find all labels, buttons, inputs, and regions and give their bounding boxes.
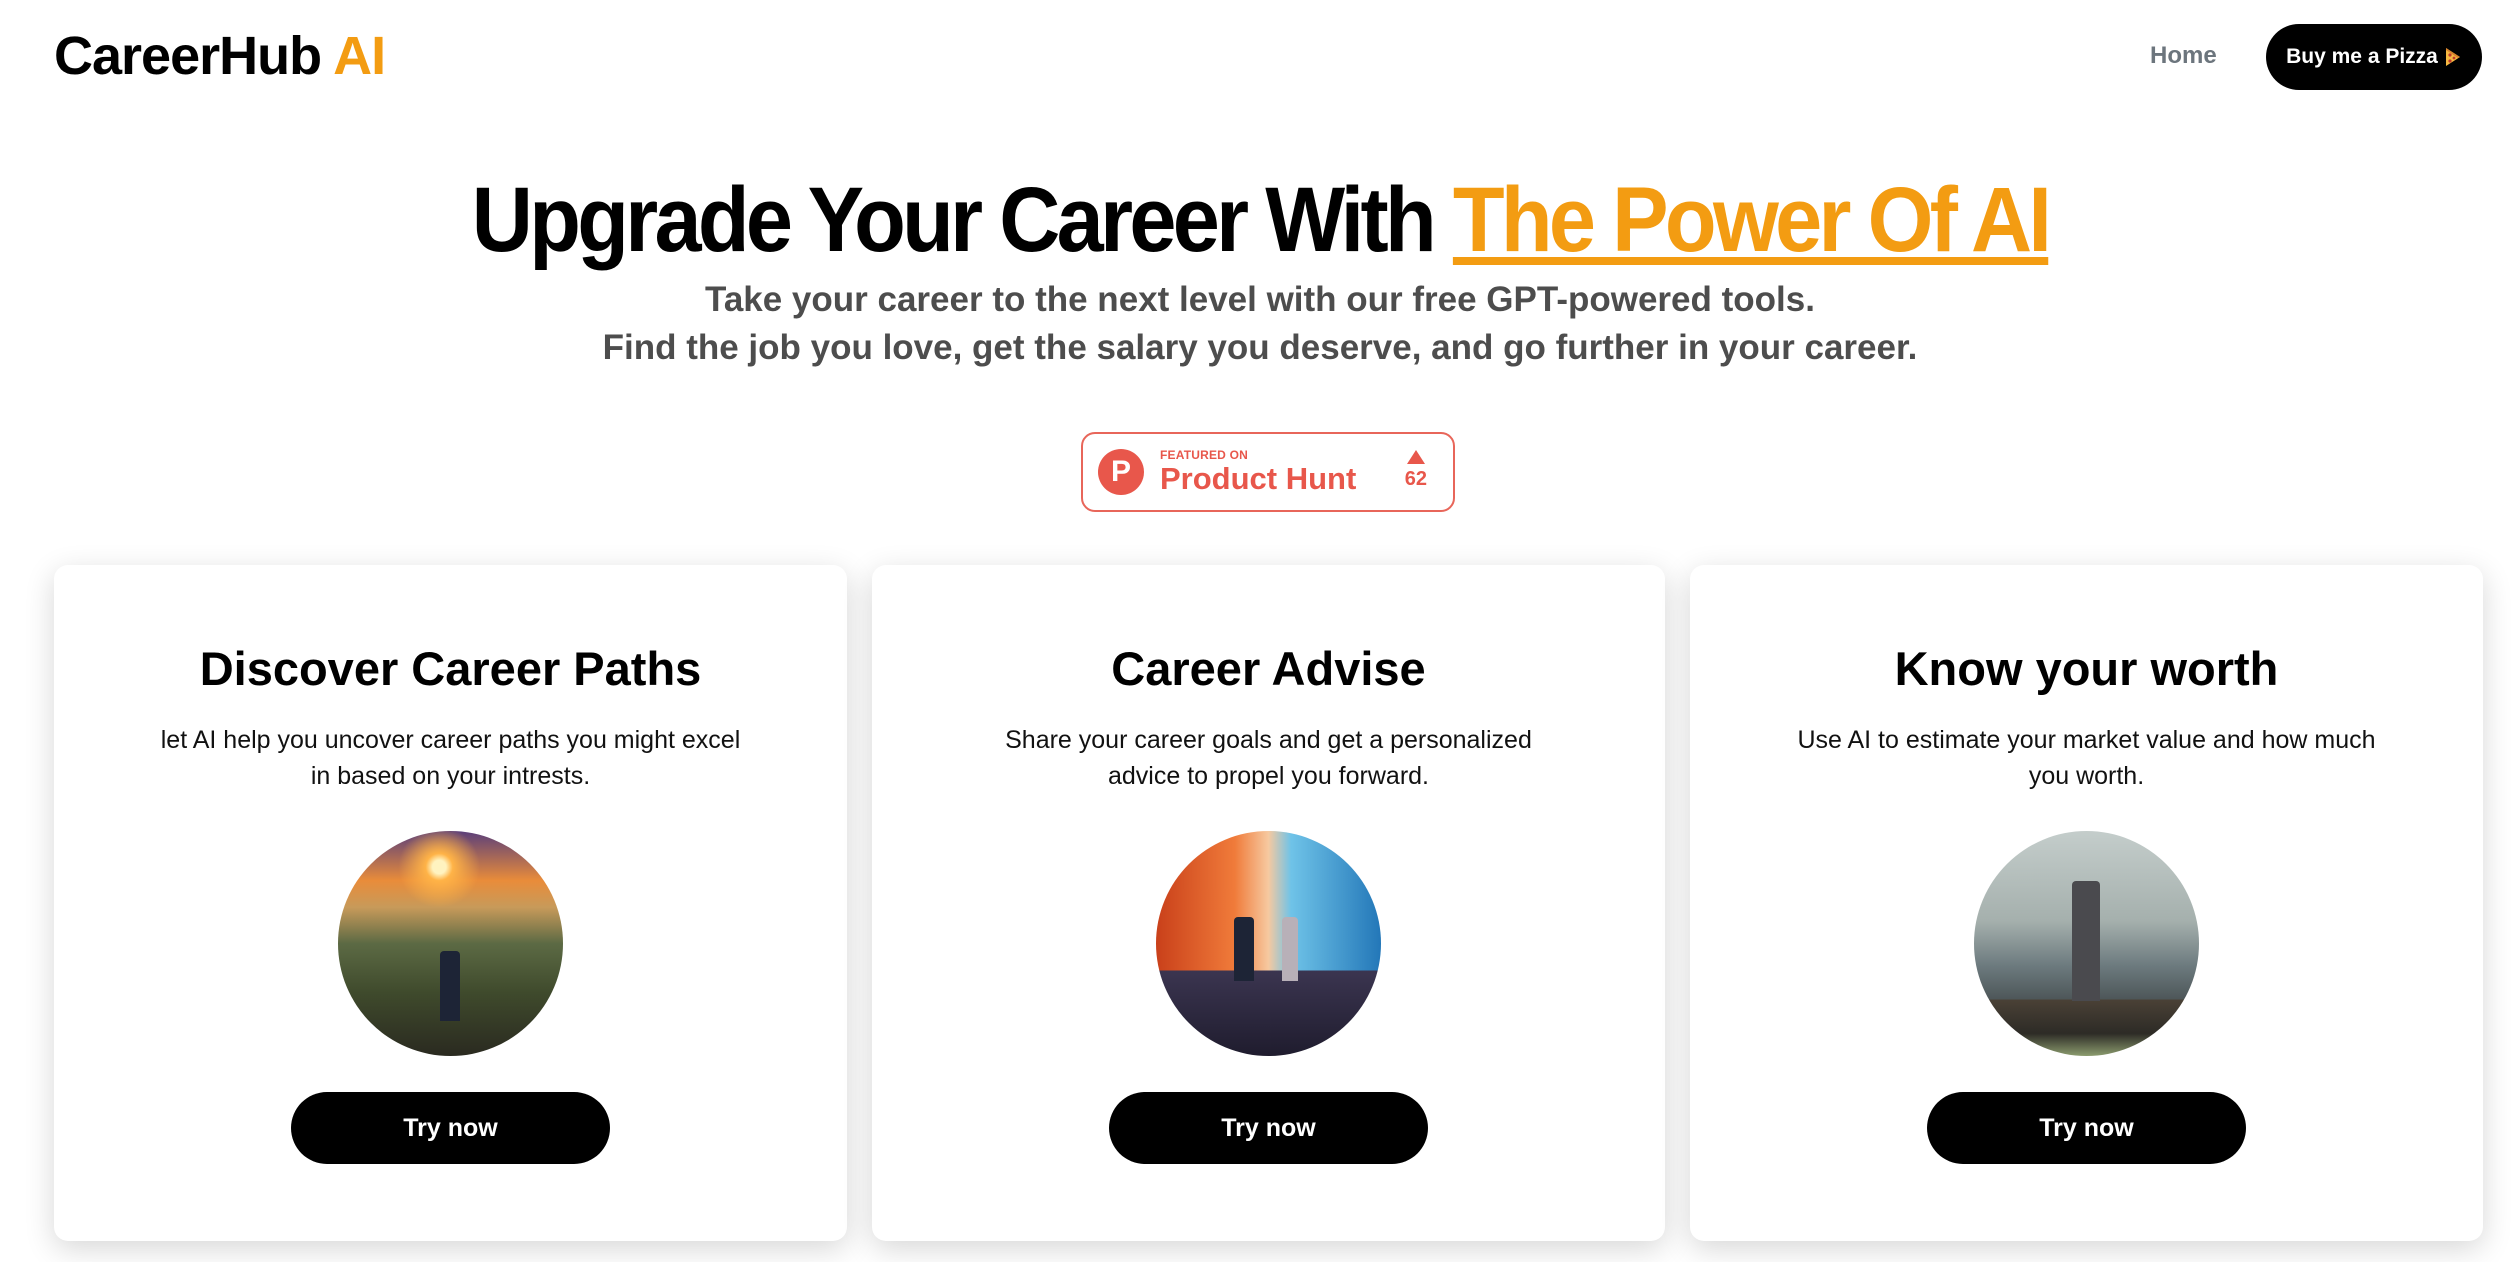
try-now-button[interactable]: Try now bbox=[1927, 1092, 2246, 1164]
buy-pizza-button[interactable]: Buy me a Pizza bbox=[2266, 24, 2482, 90]
logo-accent: AI bbox=[333, 26, 386, 86]
businessman-silhouette bbox=[2072, 881, 2100, 1001]
feature-card-career-advise: Career Advise Share your career goals an… bbox=[872, 565, 1665, 1241]
person-silhouette bbox=[1234, 917, 1254, 981]
card-description: let AI help you uncover career paths you… bbox=[160, 726, 741, 790]
card-title: Know your worth bbox=[1894, 642, 2279, 695]
card-image-career-advise bbox=[1156, 831, 1381, 1056]
product-hunt-featured-label: FEATURED ON bbox=[1160, 448, 1248, 462]
feature-card-know-your-worth: Know your worth Use AI to estimate your … bbox=[1690, 565, 2483, 1241]
card-image-career-paths bbox=[338, 831, 563, 1056]
card-title: Discover Career Paths bbox=[199, 642, 702, 695]
hero-title: Upgrade Your Career With The Power Of AI bbox=[101, 165, 2419, 275]
hero-title-main: Upgrade Your Career With bbox=[471, 169, 1453, 271]
hero-subtitle-line-2: Find the job you love, get the salary yo… bbox=[602, 328, 1918, 367]
product-hunt-badge[interactable]: P FEATURED ON Product Hunt 62 bbox=[1081, 432, 1455, 512]
product-hunt-vote-count: 62 bbox=[1404, 468, 1427, 490]
pizza-slice-icon bbox=[2445, 48, 2460, 66]
person-silhouette bbox=[440, 951, 460, 1021]
robot-silhouette bbox=[1282, 917, 1298, 981]
feature-card-discover-career-paths: Discover Career Paths let AI help you un… bbox=[54, 565, 847, 1241]
try-now-button[interactable]: Try now bbox=[1109, 1092, 1428, 1164]
buy-pizza-label: Buy me a Pizza bbox=[2286, 45, 2438, 68]
product-hunt-text: FEATURED ON Product Hunt bbox=[1160, 448, 1356, 496]
product-hunt-logo-icon: P bbox=[1098, 449, 1144, 495]
hero-subtitle-line-1: Take your career to the next level with … bbox=[705, 280, 1815, 319]
card-title: Career Advise bbox=[1111, 642, 1426, 695]
product-hunt-votes: 62 bbox=[1405, 450, 1427, 490]
hero-subtitle: Take your career to the next level with … bbox=[0, 276, 2520, 372]
card-description: Use AI to estimate your market value and… bbox=[1797, 726, 2376, 790]
site-logo[interactable]: CareerHub AI bbox=[54, 24, 386, 88]
nav-home-link[interactable]: Home bbox=[2150, 40, 2217, 72]
card-description: Share your career goals and get a person… bbox=[1005, 726, 1532, 790]
card-image-know-your-worth bbox=[1974, 831, 2199, 1056]
logo-main: CareerHub bbox=[54, 26, 322, 86]
try-now-button[interactable]: Try now bbox=[291, 1092, 610, 1164]
hero-title-accent: The Power Of AI bbox=[1452, 169, 2052, 271]
product-hunt-name: Product Hunt bbox=[1160, 461, 1357, 496]
site-header: CareerHub AI Home Buy me a Pizza bbox=[0, 0, 2520, 115]
upvote-triangle-icon bbox=[1406, 450, 1425, 464]
